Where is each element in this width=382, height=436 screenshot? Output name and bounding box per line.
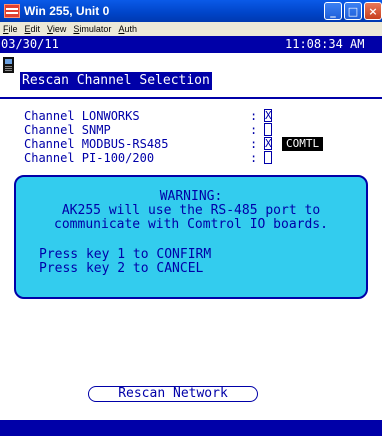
channel-colon: : [250, 109, 258, 123]
title-bar[interactable]: Win 255, Unit 0 _ □ × [0, 0, 382, 22]
window-title: Win 255, Unit 0 [24, 4, 110, 18]
confirm-instruction: Press key 1 to CONFIRM [39, 247, 212, 262]
status-date: 03/30/11 [1, 37, 59, 51]
screen-title: Rescan Channel Selection [20, 72, 212, 90]
window-controls: _ □ × [324, 2, 382, 20]
app-icon [4, 4, 20, 18]
maximize-button[interactable]: □ [344, 2, 362, 20]
terminal-screen[interactable]: 03/30/11 11:08:34 AM Rescan Channel Sele… [0, 36, 382, 436]
warning-line-1: AK255 will use the RS-485 port to [61, 203, 321, 218]
channel-checkbox-snmp[interactable] [264, 123, 272, 136]
channel-label: Channel SNMP [24, 123, 111, 137]
channel-row-pi-100-200: Channel PI-100/200 : [24, 151, 272, 165]
menu-file[interactable]: File [3, 24, 18, 34]
channel-colon: : [250, 137, 258, 151]
close-button[interactable]: × [364, 2, 382, 20]
channel-tag-comtl: COMTL [282, 137, 324, 151]
channel-checkbox-pi-100-200[interactable] [264, 151, 272, 164]
rescan-network-button[interactable]: Rescan Network [88, 386, 258, 402]
channel-label: Channel MODBUS-RS485 [24, 137, 169, 151]
warning-line-2: communicate with Comtrol IO boards. [54, 217, 328, 232]
warning-dialog: WARNING: AK255 will use the RS-485 port … [14, 175, 368, 299]
status-bar: 03/30/11 11:08:34 AM [0, 36, 382, 53]
channel-list: Channel LONWORKS : X Channel SNMP : Chan… [24, 109, 324, 165]
channel-row-snmp: Channel SNMP : [24, 123, 272, 137]
minimize-button[interactable]: _ [324, 2, 342, 20]
device-icon [3, 57, 14, 73]
channel-colon: : [250, 151, 258, 165]
channel-colon: : [250, 123, 258, 137]
channel-label: Channel LONWORKS [24, 109, 140, 123]
bottom-status-bar [0, 420, 382, 436]
title-divider [0, 97, 382, 99]
warning-heading: WARNING: [159, 189, 223, 204]
channel-checkbox-lonworks[interactable]: X [264, 109, 272, 122]
channel-row-lonworks: Channel LONWORKS : X [24, 109, 272, 123]
menu-simulator[interactable]: Simulator [73, 24, 111, 34]
menu-auth[interactable]: Auth [118, 24, 137, 34]
channel-checkbox-modbus-rs485[interactable]: X [264, 137, 272, 150]
cancel-instruction: Press key 2 to CANCEL [39, 261, 204, 276]
status-time: 11:08:34 AM [285, 37, 365, 51]
menu-view[interactable]: View [47, 24, 66, 34]
channel-row-modbus-rs485: Channel MODBUS-RS485 : X COMTL [24, 137, 324, 151]
menu-bar: File Edit View Simulator Auth [0, 22, 382, 36]
menu-edit[interactable]: Edit [25, 24, 41, 34]
channel-label: Channel PI-100/200 [24, 151, 155, 165]
